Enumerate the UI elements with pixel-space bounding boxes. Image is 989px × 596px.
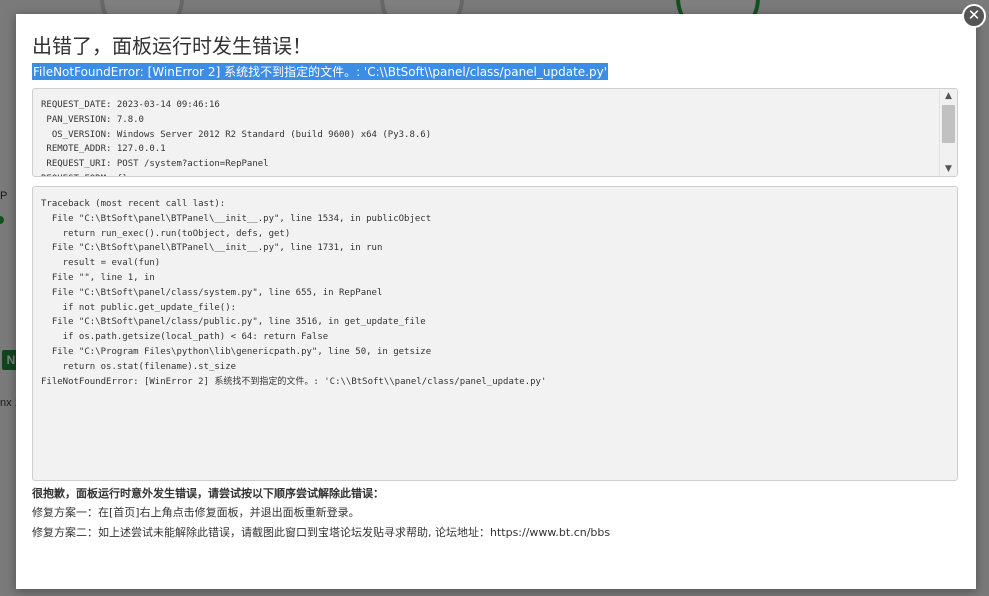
request-info-box[interactable]: REQUEST_DATE: 2023-03-14 09:46:16 PAN_VE… [32,88,958,177]
fix-option-one: 修复方案一：在[首页]右上角点击修复面板，并退出面板重新登录。 [32,506,360,519]
traceback-text: Traceback (most recent call last): File … [41,199,547,387]
request-info-text: REQUEST_DATE: 2023-03-14 09:46:16 PAN_VE… [41,100,432,176]
error-dialog: 出错了，面板运行时发生错误！ FileNotFoundError: [WinEr… [16,14,976,589]
traceback-box[interactable]: Traceback (most recent call last): File … [32,186,958,481]
close-icon[interactable]: ✕ [962,4,986,28]
scroll-down-arrow-icon[interactable]: ▼ [940,162,957,176]
scroll-up-arrow-icon[interactable]: ▲ [940,89,957,103]
scrollbar-thumb[interactable] [942,105,955,143]
error-message-selected: FileNotFoundError: [WinError 2] 系统找不到指定的… [32,63,609,80]
fix-option-two: 修复方案二：如上述尝试未能解除此错误，请截图此窗口到宝塔论坛发贴寻求帮助, 论坛… [32,526,611,539]
request-info-scrollbar[interactable]: ▲ ▼ [939,89,957,176]
dialog-title: 出错了，面板运行时发生错误！ [32,34,312,58]
help-title: 很抱歉，面板运行时意外发生错误，请尝试按以下顺序尝试解除此错误： [32,487,384,500]
